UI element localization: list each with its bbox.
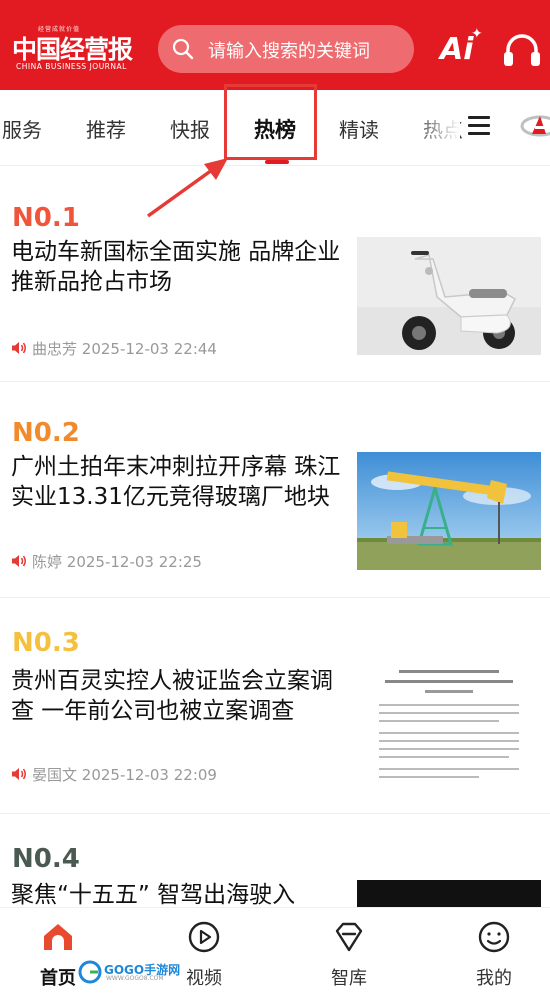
article-title[interactable]: 电动车新国标全面实施 品牌企业推新品抢占市场 [11,237,341,297]
search-icon [172,38,194,60]
tab-services[interactable]: 服务 [2,114,42,143]
nav-label: 我的 [476,968,512,989]
ai-label: Ai [440,32,474,67]
active-tab-indicator [265,160,289,164]
tab-featured-reads[interactable]: 精读 [339,114,379,143]
app-header: 经营成就价值 中国经营报 CHINA BUSINESS JOURNAL 请输入搜… [0,0,550,90]
rank-number: N0.4 [12,844,80,874]
speaker-icon[interactable] [11,554,28,568]
article-meta: 曲忠芳 2025-12-03 22:44 [11,338,217,359]
article-time: 2025-12-03 22:09 [81,766,217,784]
speaker-icon[interactable] [11,767,28,781]
rank-number: N0.1 [12,203,80,233]
hot-list-feed: N0.1 电动车新国标全面实施 品牌企业推新品抢占市场 曲忠芳 2025-12-… [0,167,550,907]
annotation-highlight-box [224,84,317,160]
tab-recommended[interactable]: 推荐 [86,114,126,143]
document-photo[interactable] [357,662,541,792]
article-title[interactable]: 广州土拍年末冲刺拉开序幕 珠江实业13.31亿元竞得玻璃厂地块 [11,452,341,512]
watermark-url: WWW.GOGO8.COM [106,975,164,982]
sparkle-icon: ✦ [471,26,483,42]
watermark: GOGO手游网 WWW.GOGO8.COM [76,958,184,986]
watermark-logo-icon [78,960,102,984]
nav-profile[interactable]: 我的 [454,920,534,990]
video-icon [188,921,220,953]
rank-number: N0.3 [12,628,80,658]
search-input[interactable]: 请输入搜索的关键词 [158,25,414,73]
divider [0,597,550,598]
divider [0,813,550,814]
scooter-photo[interactable] [357,237,541,355]
ai-assistant-icon[interactable]: Ai ✦ [440,26,484,68]
speaker-icon[interactable] [11,341,28,355]
headset-icon[interactable] [502,32,542,68]
logo-english: CHINA BUSINESS JOURNAL [16,62,127,71]
nav-label: 智库 [331,968,367,989]
tab-fade-overlay [410,90,460,165]
oil-pump-photo[interactable] [357,452,541,570]
article-title[interactable]: 贵州百灵实控人被证监会立案调查 一年前公司也被立案调查 [11,666,341,726]
dark-photo[interactable] [357,880,541,907]
article-meta: 晏国文 2025-12-03 22:09 [11,764,217,785]
rank-number: N0.2 [12,418,80,448]
divider [0,381,550,382]
article-title[interactable]: 聚焦“十五五” 智驾出海驶入 [11,880,341,907]
article-author: 晏国文 [32,766,78,784]
profile-icon [478,921,510,953]
article-time: 2025-12-03 22:25 [66,553,202,571]
article-author: 曲忠芳 [32,340,78,358]
logo-wordmark: 中国经营报 [12,35,133,64]
search-placeholder: 请输入搜索的关键词 [208,41,370,62]
brand-logo-icon[interactable] [520,112,550,140]
menu-icon[interactable] [468,116,492,138]
home-icon [44,924,72,950]
article-meta: 陈婷 2025-12-03 22:25 [11,551,202,572]
nav-think-tank[interactable]: 智库 [309,920,389,990]
tab-flash-news[interactable]: 快报 [170,114,210,143]
article-author: 陈婷 [32,553,63,571]
article-time: 2025-12-03 22:44 [81,340,217,358]
think-tank-icon [335,922,363,952]
app-logo[interactable]: 经营成就价值 中国经营报 CHINA BUSINESS JOURNAL [12,26,133,74]
